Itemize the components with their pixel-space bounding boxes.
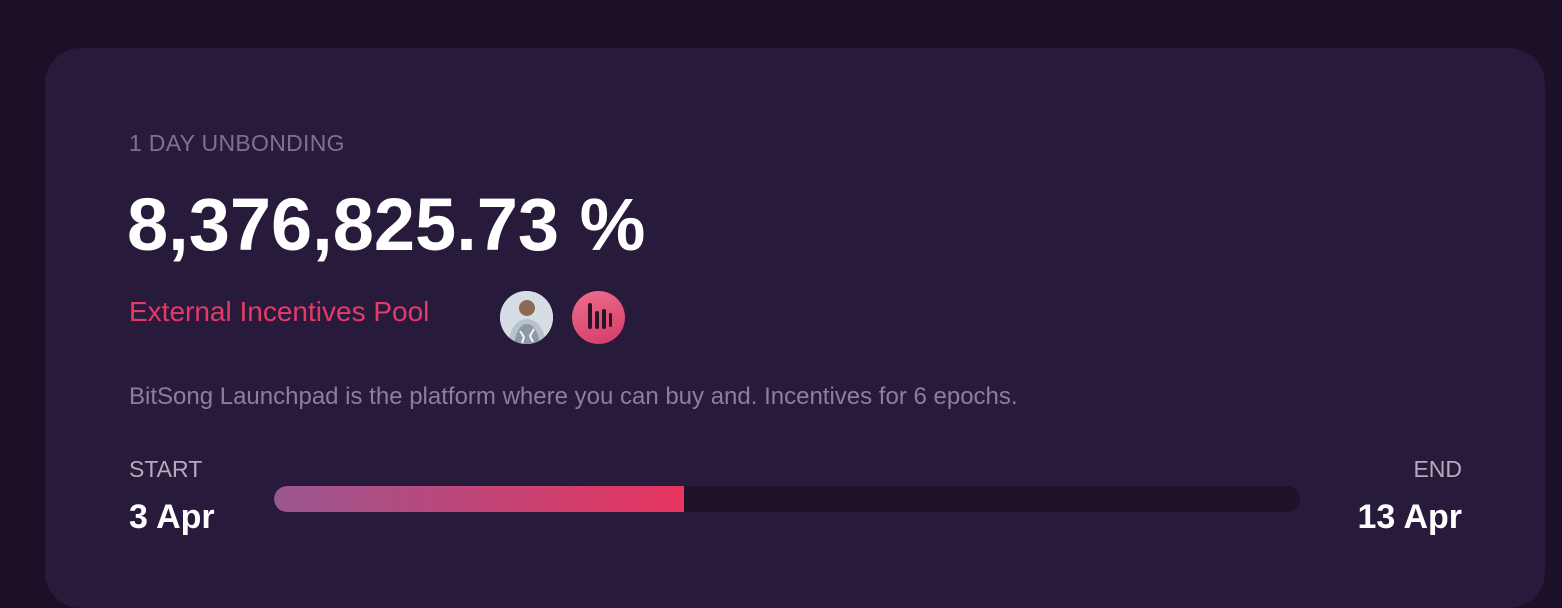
progress-bar: [274, 486, 1300, 512]
artist-avatar-icon: [500, 291, 553, 344]
pool-name: External Incentives Pool: [129, 296, 430, 327]
pool-description: BitSong Launchpad is the platform where …: [129, 383, 1018, 410]
progress-fill: [274, 486, 685, 512]
end-label: END: [1413, 456, 1462, 482]
apr-value: 8,376,825.73 %: [127, 183, 646, 266]
start-label: START: [129, 456, 203, 482]
unbonding-label: 1 DAY UNBONDING: [129, 130, 345, 156]
bitsong-logo-icon: [572, 291, 625, 344]
start-date: 3 Apr: [129, 498, 215, 536]
incentive-card: 1 DAY UNBONDING 8,376,825.73 % External …: [45, 48, 1545, 608]
end-date: 13 Apr: [1357, 498, 1462, 536]
